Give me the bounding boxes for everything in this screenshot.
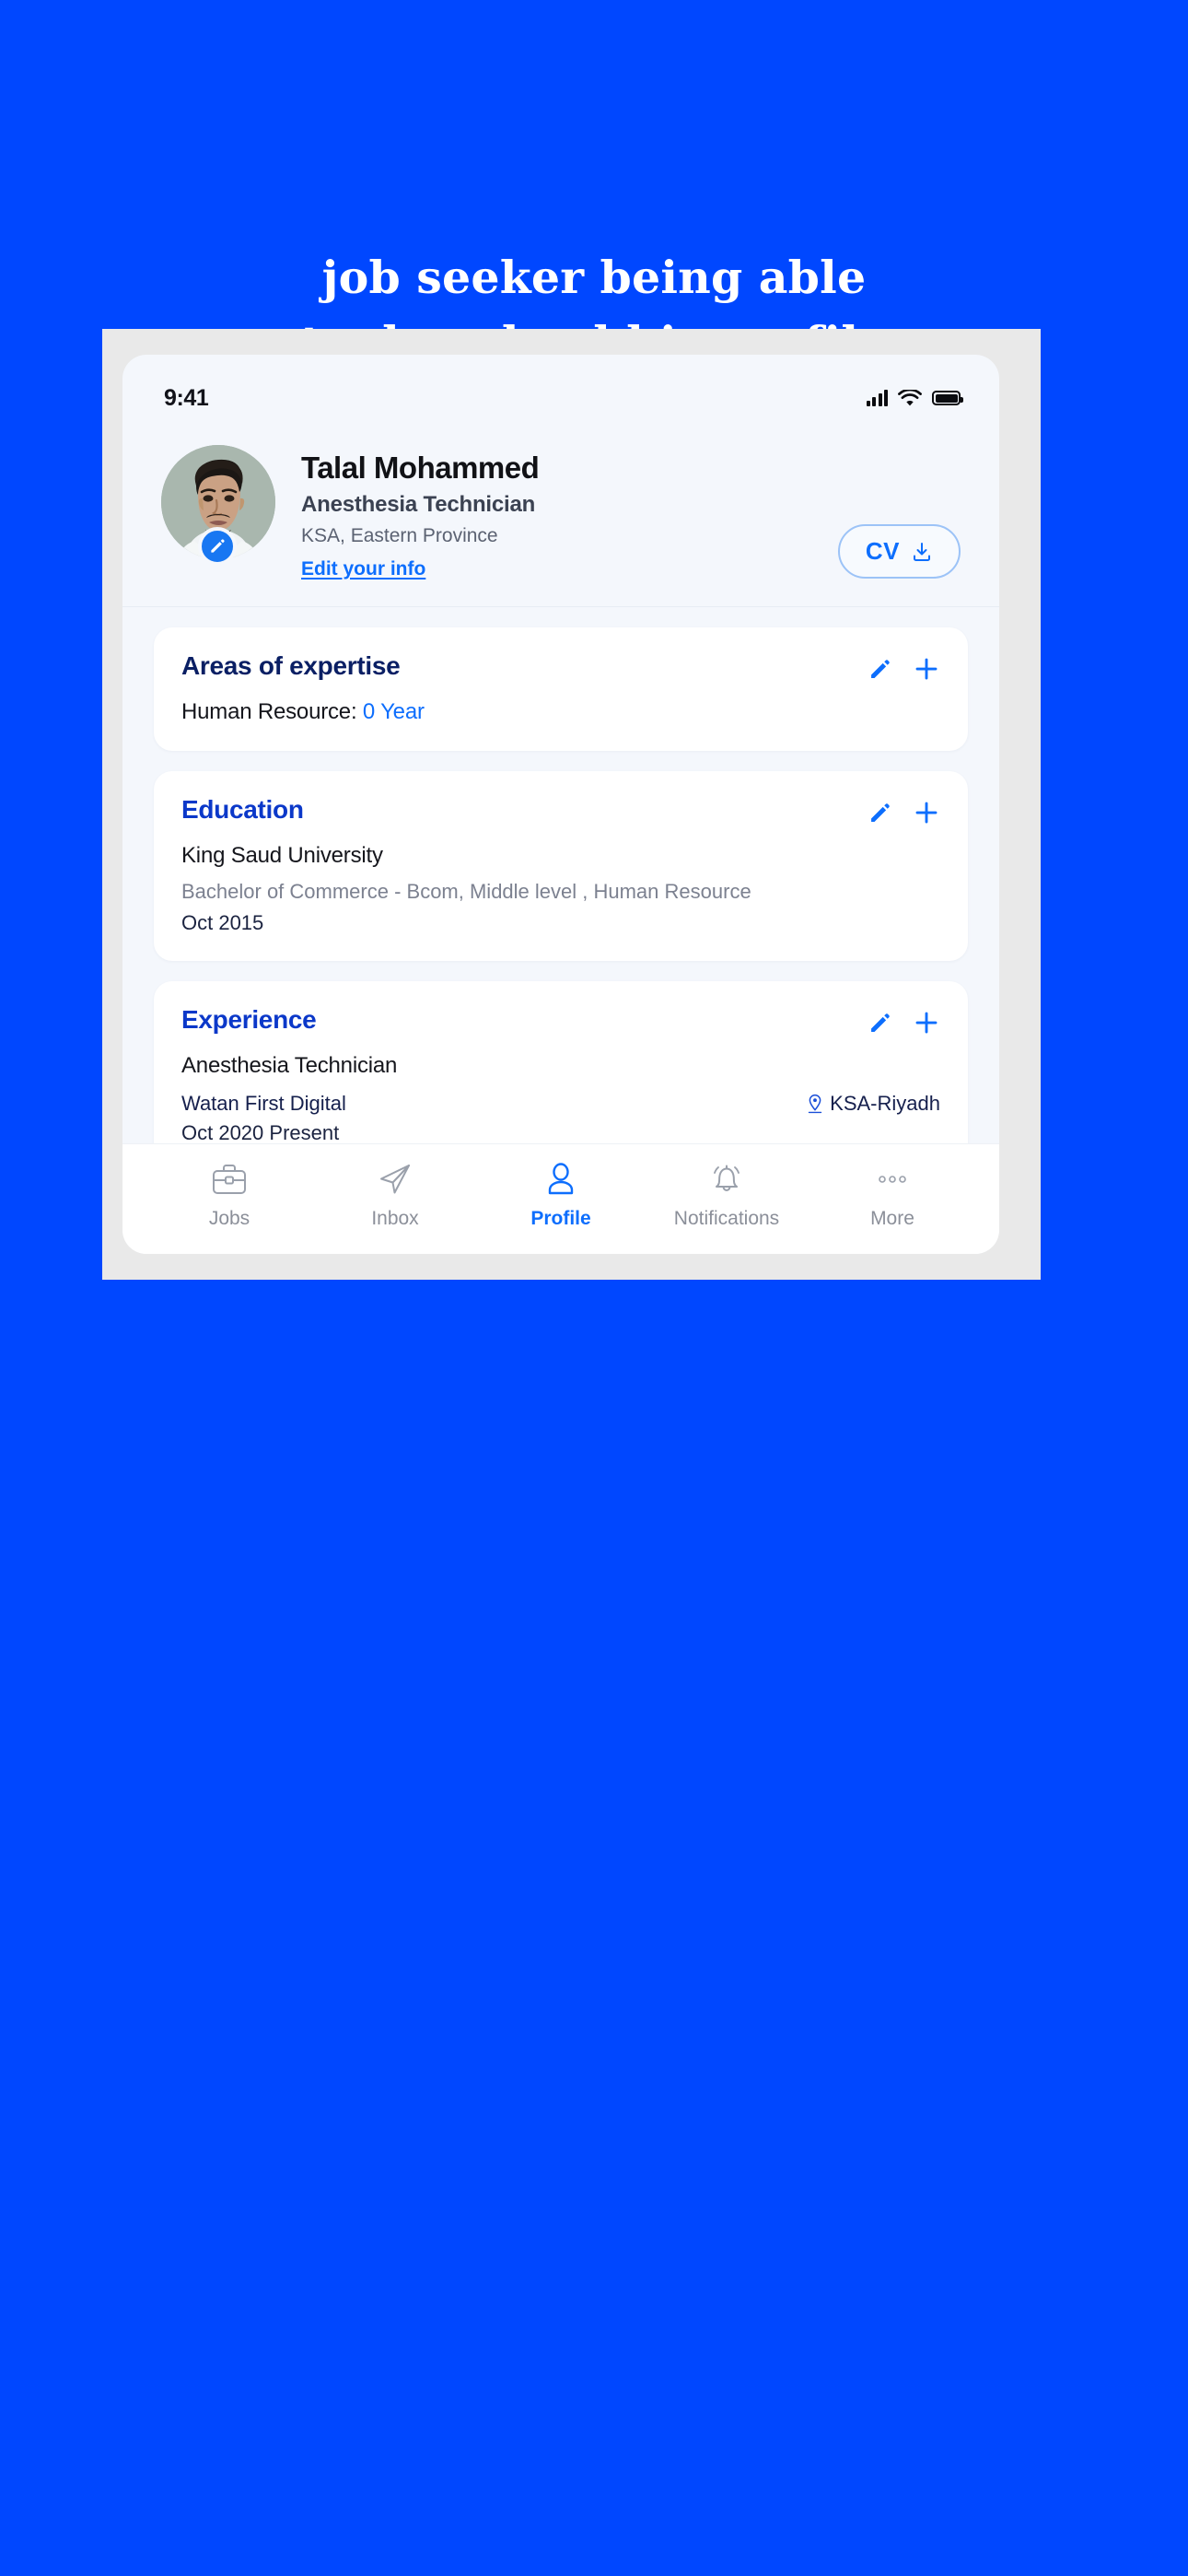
edit-avatar-button[interactable] (198, 527, 237, 566)
card-title: Experience (181, 1005, 317, 1034)
promo-headline-line1: job seeker being able (321, 251, 867, 304)
nav-item-more[interactable]: More (823, 1159, 961, 1230)
cellular-signal-icon (866, 390, 888, 406)
briefcase-icon (210, 1159, 249, 1200)
phone-screen: 9:41 Talal Mohammed Anesthesia Technicia… (122, 355, 999, 1254)
avatar[interactable] (161, 445, 275, 566)
ellipsis-icon (873, 1159, 912, 1200)
card-title: Areas of expertise (181, 651, 401, 680)
experience-role: Anesthesia Technician (181, 1053, 398, 1078)
experience-location-label: KSA-Riyadh (830, 1092, 940, 1115)
battery-icon (932, 391, 963, 405)
education-date: Oct 2015 (181, 911, 264, 934)
card-header: Experience (181, 1005, 940, 1036)
nav-label: Notifications (673, 1208, 780, 1229)
card-actions (868, 795, 940, 826)
nav-item-jobs[interactable]: Jobs (160, 1159, 298, 1230)
cv-button-label: CV (865, 537, 900, 565)
pencil-icon[interactable] (868, 1011, 892, 1036)
education-school: King Saud University (181, 843, 383, 868)
nav-label: Profile (530, 1208, 591, 1229)
nav-item-inbox[interactable]: Inbox (326, 1159, 464, 1230)
phone-frame: 9:41 Talal Mohammed Anesthesia Technicia… (102, 329, 1041, 1280)
plus-icon[interactable] (913, 655, 940, 683)
plus-icon[interactable] (913, 1009, 940, 1036)
pencil-icon (211, 539, 225, 553)
pencil-icon[interactable] (868, 801, 892, 825)
map-pin-icon (808, 1094, 822, 1114)
status-bar-icons (866, 389, 963, 407)
expertise-entry: Human Resource: 0 Year (181, 699, 940, 725)
nav-label: More (870, 1208, 914, 1229)
card-header: Education (181, 795, 940, 826)
education-degree: Bachelor of Commerce - Bcom, Middle leve… (181, 880, 751, 903)
promo-screenshot: job seeker being able to download his pr… (0, 0, 1188, 2576)
card-areas-of-expertise: Areas of expertise Human Resource: 0 Yea… (154, 627, 968, 751)
plus-icon[interactable] (913, 799, 940, 826)
status-bar: 9:41 (122, 355, 999, 419)
expertise-label: Human Resource: (181, 699, 363, 724)
edit-your-info-link[interactable]: Edit your info (301, 558, 425, 580)
nav-item-profile[interactable]: Profile (492, 1159, 630, 1230)
card-title: Education (181, 795, 304, 824)
expertise-years: 0 Year (362, 699, 425, 724)
download-icon (914, 542, 930, 561)
nav-label: Jobs (208, 1208, 250, 1229)
profile-job-title: Anesthesia Technician (301, 492, 536, 517)
experience-company: Watan First Digital (181, 1092, 346, 1115)
nav-item-notifications[interactable]: Notifications (658, 1159, 796, 1230)
pencil-icon[interactable] (868, 657, 892, 682)
profile-name: Talal Mohammed (301, 451, 540, 485)
experience-company-row: Watan First Digital KSA-Riyadh (181, 1092, 940, 1116)
card-education: Education King Saud University Bachelor … (154, 771, 968, 961)
bottom-navigation: Jobs Inbox Profile Notifications More (122, 1143, 999, 1254)
card-actions (868, 651, 940, 683)
experience-location: KSA-Riyadh (807, 1092, 940, 1116)
card-actions (868, 1005, 940, 1036)
experience-date: Oct 2020 Present (181, 1121, 340, 1144)
person-icon (542, 1159, 580, 1200)
paper-plane-icon (376, 1159, 414, 1200)
profile-header: Talal Mohammed Anesthesia Technician KSA… (122, 419, 999, 607)
nav-label: Inbox (371, 1208, 419, 1229)
bell-icon (707, 1159, 746, 1200)
status-bar-time: 9:41 (164, 384, 209, 411)
download-cv-button[interactable]: CV (837, 524, 961, 579)
card-header: Areas of expertise (181, 651, 940, 683)
wifi-icon (898, 389, 922, 405)
